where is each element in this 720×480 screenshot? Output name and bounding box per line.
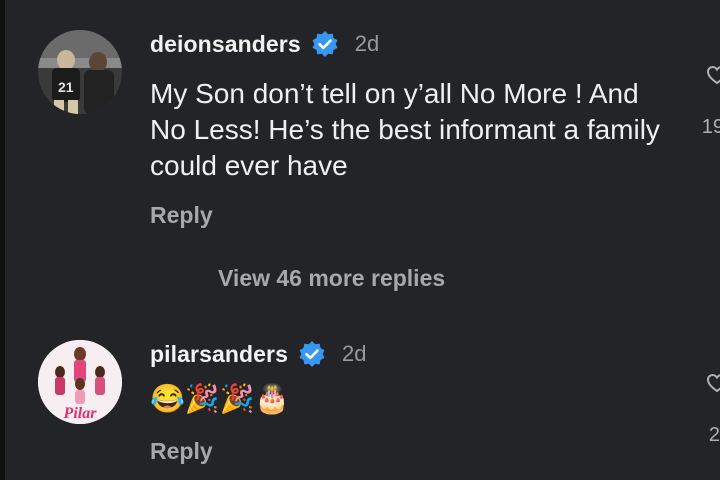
verified-badge-icon: [312, 31, 338, 57]
username[interactable]: deionsanders: [150, 31, 301, 58]
heart-icon[interactable]: [706, 64, 720, 86]
left-edge-border: [0, 0, 5, 480]
like-count: 2: [708, 424, 720, 446]
username[interactable]: pilarsanders: [150, 341, 288, 368]
avatar[interactable]: Pilar: [38, 340, 122, 424]
reply-button[interactable]: Reply: [150, 438, 213, 465]
comment-header: deionsanders 2d: [150, 30, 379, 58]
avatar-photo-icon: Pilar: [38, 340, 122, 424]
avatar-photo-icon: 21: [38, 30, 122, 114]
comment-text: My Son don’t tell on y’all No More ! And…: [150, 78, 660, 181]
timestamp: 2d: [354, 31, 380, 56]
reply-button[interactable]: Reply: [150, 202, 213, 229]
comment-header: pilarsanders 2d: [150, 340, 366, 368]
heart-icon[interactable]: [706, 372, 720, 394]
jersey-number: 21: [58, 79, 74, 95]
avatar-logo-text: Pilar: [63, 405, 98, 422]
timestamp: 2d: [342, 341, 367, 366]
like-count: 19: [701, 116, 720, 138]
comment-emojis: 😂🎉🎉🎂: [150, 383, 290, 414]
avatar[interactable]: 21: [38, 30, 122, 114]
verified-badge-icon: [299, 341, 325, 367]
view-more-replies-button[interactable]: View 46 more replies: [218, 265, 445, 292]
